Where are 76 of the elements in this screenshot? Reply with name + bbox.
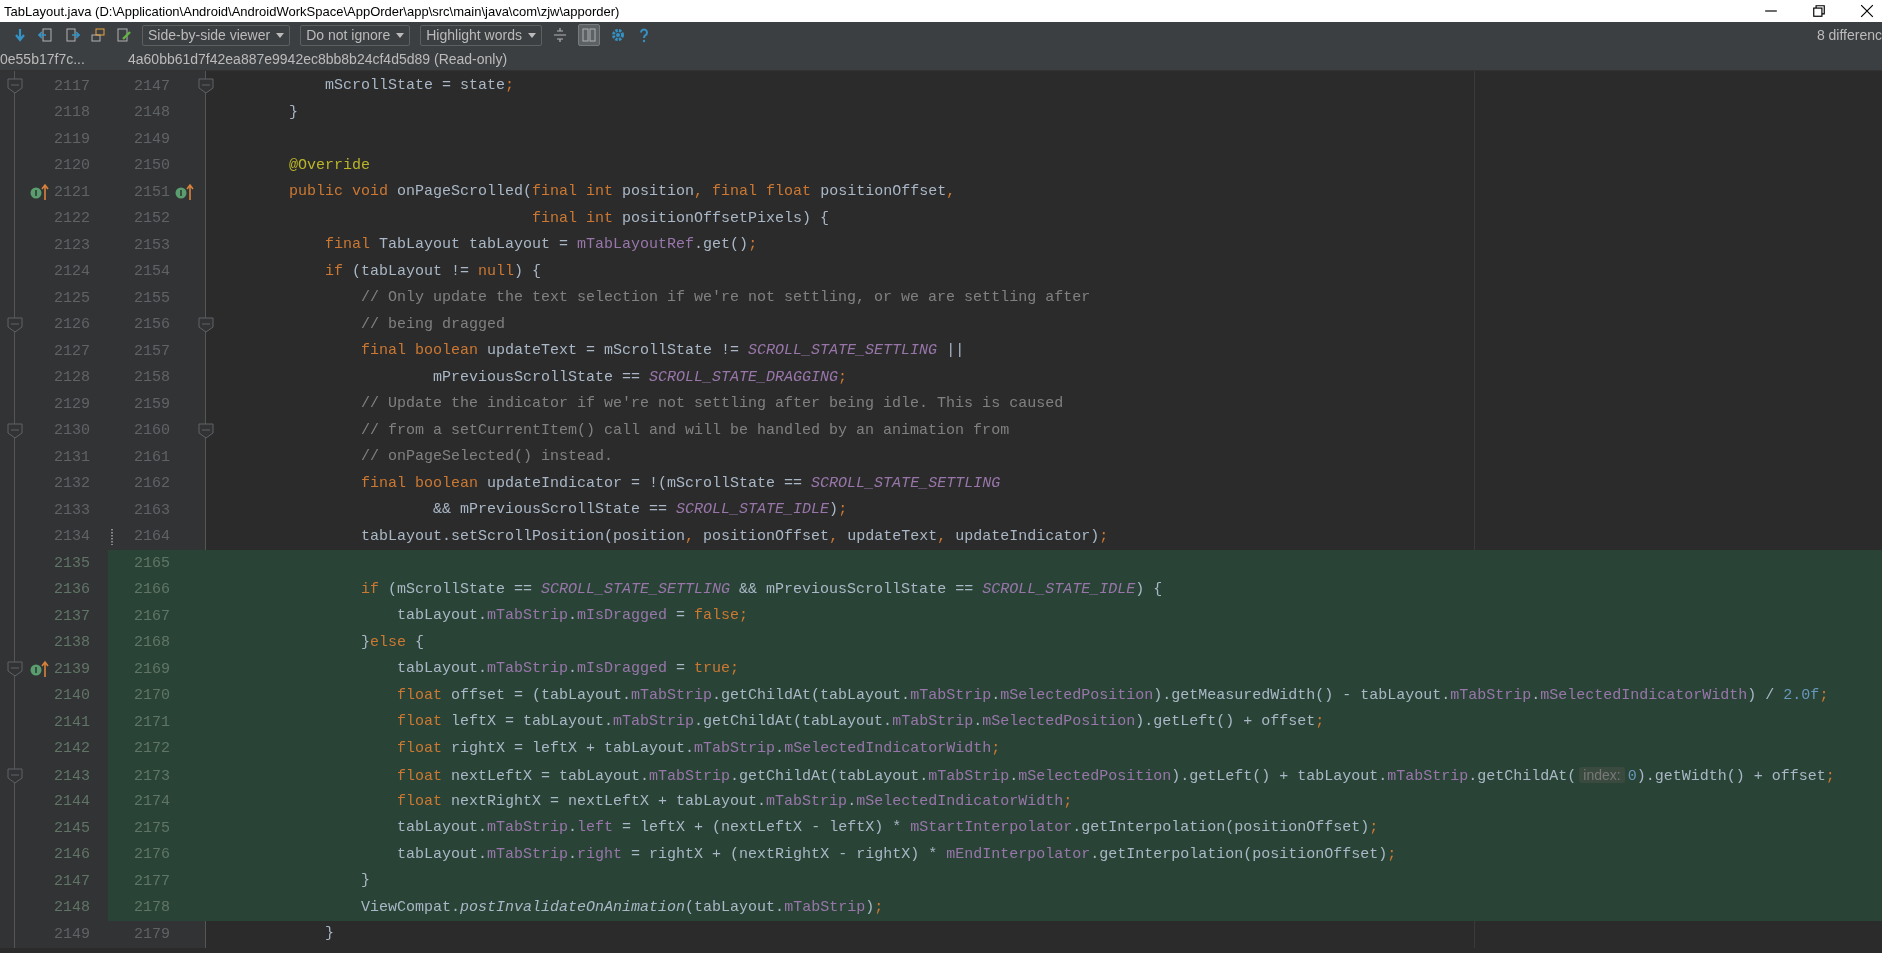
code-line: float nextRightX = nextLeftX + tabLayout.mTabStrip.mSelectedIndicatorWidth; bbox=[396, 791, 1074, 812]
code-line: if (mScrollState == SCROLL_STATE_SETTLING && mPreviousScrollState == SCROLL_STATE_IDLE) { bbox=[360, 579, 1164, 600]
line-number: 2140 bbox=[53, 687, 91, 705]
code-line: final boolean updateIndicator = !(mScrollState == SCROLL_STATE_SETTLING bbox=[360, 473, 1002, 494]
code-line: mScrollState = state; bbox=[324, 76, 516, 96]
line-number: 2145 bbox=[53, 819, 91, 837]
code-line: }else { bbox=[360, 632, 426, 653]
code-line: tabLayout.mTabStrip.right = rightX + (nextRightX - rightX) * mEndInterpolator.getInterpolation(positionOffset); bbox=[396, 844, 1398, 865]
settings-icon[interactable] bbox=[609, 27, 626, 43]
code-line: } bbox=[324, 924, 336, 944]
line-number: 2147 bbox=[53, 872, 91, 890]
code-line: && mPreviousScrollState == SCROLL_STATE_IDLE); bbox=[432, 500, 849, 520]
dropdown[interactable]: Side-by-side viewer bbox=[142, 24, 291, 46]
fold-marker-icon[interactable] bbox=[197, 78, 214, 95]
code-line: // Only update the text selection if we're not settling, or we are settling after bbox=[360, 288, 1092, 308]
columns-toggle[interactable] bbox=[577, 24, 600, 46]
line-number: 2138 bbox=[53, 634, 91, 652]
code-line: // onPageSelected() instead. bbox=[360, 447, 615, 467]
code-line: if (tabLayout != null) { bbox=[324, 261, 543, 282]
code-line: } bbox=[288, 102, 299, 123]
line-number: 2142 bbox=[53, 740, 91, 758]
code-line: final int positionOffsetPixels) { bbox=[531, 208, 831, 229]
override-icon[interactable] bbox=[30, 183, 50, 202]
fold-marker-icon[interactable] bbox=[7, 422, 23, 439]
code-line: tabLayout.mTabStrip.mIsDragged = false; bbox=[396, 606, 750, 626]
edit-icon[interactable] bbox=[116, 27, 132, 43]
stack-icon[interactable] bbox=[90, 27, 106, 43]
code-line: // from a setCurrentItem() call and will be handled by an animation from bbox=[360, 420, 1011, 441]
revision-label: 0e55b17f7c... bbox=[0, 51, 86, 67]
fold-marker-icon[interactable] bbox=[7, 661, 23, 678]
code-line: tabLayout.mTabStrip.mIsDragged = true; bbox=[396, 659, 741, 679]
code-line: final boolean updateText = mScrollState != SCROLL_STATE_SETTLING || bbox=[360, 341, 966, 361]
line-number: 2143 bbox=[53, 767, 91, 785]
caret-icon bbox=[276, 32, 285, 38]
line-number: 2137 bbox=[53, 607, 91, 625]
line-number: 2139 bbox=[53, 660, 91, 678]
fold-marker-icon[interactable] bbox=[7, 768, 23, 785]
code-line: } bbox=[360, 871, 372, 891]
caret-icon bbox=[396, 32, 405, 38]
fold-marker-icon[interactable] bbox=[197, 422, 214, 439]
line-number: 2148 bbox=[53, 899, 91, 917]
override-icon[interactable] bbox=[30, 660, 50, 679]
window-title: TabLayout.java (D:\Application\Android\AndroidWorkSpace\AppOrder\app\src\main\java\com\zjw\apporder) bbox=[3, 3, 620, 19]
code-line: float leftX = tabLayout.mTabStrip.getChildAt(tabLayout.mTabStrip.mSelectedPosition).getLeft() + offset; bbox=[396, 712, 1326, 732]
code-line: float nextLeftX = tabLayout.mTabStrip.getChildAt(tabLayout.mTabStrip.mSelectedPosition).getLeft() + tabLayout.mTabStrip.getChildAt( index: 0).getWidth() + offset; bbox=[396, 766, 1836, 787]
revision-label: 4a60bb61d7f42ea887e9942ec8bb8b24cf4d5d89 (Read-only) bbox=[128, 51, 508, 67]
code-line: @Override bbox=[288, 155, 372, 176]
document-arrow-icon[interactable] bbox=[64, 27, 80, 43]
line-number: 2136 bbox=[53, 581, 91, 599]
differences-count: 8 differenc bbox=[1816, 27, 1882, 43]
code-line: tabLayout.setScrollPosition(position, positionOffset, updateText, updateIndicator); bbox=[360, 526, 1110, 547]
code-line: public void onPageScrolled(final int position, final float positionOffset, bbox=[288, 182, 957, 202]
fold-marker-icon[interactable] bbox=[7, 78, 23, 95]
code-line: // being dragged bbox=[360, 314, 507, 335]
code-line: float offset = (tabLayout.mTabStrip.getChildAt(tabLayout.mTabStrip.mSelectedPosition).getMeasuredWidth() - tabLayout.mTabStrip.mSelectedIndicatorWidth) / 2.0f; bbox=[396, 685, 1830, 706]
collapse-icon[interactable] bbox=[551, 27, 568, 43]
line-number: 2135 bbox=[53, 554, 91, 572]
code-line: mPreviousScrollState == SCROLL_STATE_DRAGGING; bbox=[432, 367, 849, 388]
dropdown[interactable]: Highlight words bbox=[420, 24, 542, 46]
line-number: 2141 bbox=[53, 713, 91, 731]
code-line: final TabLayout tabLayout = mTabLayoutRef.get(); bbox=[324, 235, 759, 255]
close-icon[interactable] bbox=[1860, 4, 1874, 18]
fold-marker-icon[interactable] bbox=[7, 316, 23, 333]
code-line: tabLayout.mTabStrip.left = leftX + (nextLeftX - leftX) * mStartInterpolator.getInterpolation(positionOffset); bbox=[396, 818, 1380, 838]
line-number: 2144 bbox=[53, 793, 91, 811]
dropdown[interactable]: Do not ignore bbox=[300, 24, 411, 46]
fold-marker-icon[interactable] bbox=[197, 316, 214, 333]
document-arrow-icon[interactable] bbox=[38, 27, 54, 43]
down-arrow-icon[interactable] bbox=[12, 27, 28, 43]
code-line: ViewCompat.postInvalidateOnAnimation(tabLayout.mTabStrip); bbox=[360, 897, 885, 918]
code-line: // Update the indicator if we're not settling after being idle. This is caused bbox=[360, 394, 1065, 414]
line-number: 2146 bbox=[53, 846, 91, 864]
code-line: float rightX = leftX + tabLayout.mTabStrip.mSelectedIndicatorWidth; bbox=[396, 738, 1002, 759]
override-icon[interactable] bbox=[175, 183, 195, 202]
caret-icon bbox=[527, 32, 536, 38]
restore-icon[interactable] bbox=[1812, 4, 1826, 18]
